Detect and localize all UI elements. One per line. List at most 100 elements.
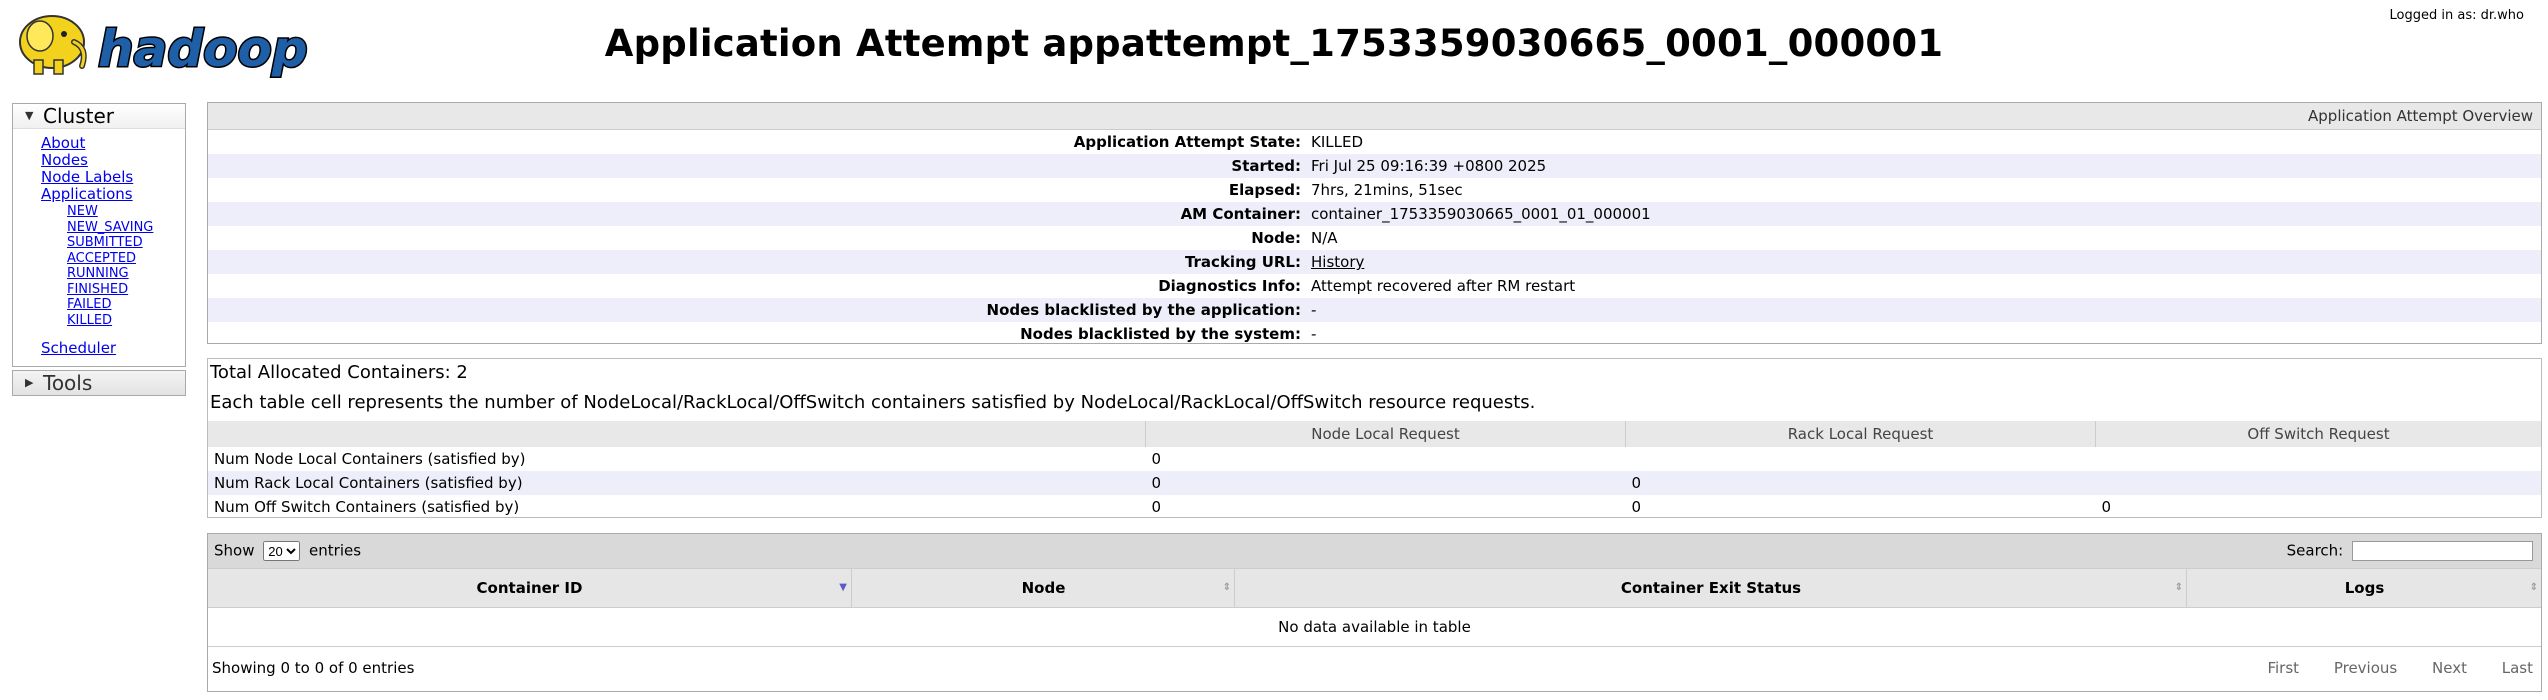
overview-label: Started: — [1231, 157, 1301, 175]
table-info: Showing 0 to 0 of 0 entries — [212, 659, 415, 677]
overview-value: Attempt recovered after RM restart — [1311, 277, 1576, 295]
allocation-total: Total Allocated Containers: 2 — [210, 362, 468, 383]
page-first-button[interactable]: First — [2267, 659, 2299, 677]
overview-value: container_1753359030665_0001_01_000001 — [1311, 205, 1651, 223]
overview-value: KILLED — [1311, 133, 1364, 151]
table-empty-message: No data available in table — [208, 608, 2541, 647]
allocation-row-label: Num Node Local Containers (satisfied by) — [214, 450, 526, 468]
nav-tools-header[interactable]: ▶ Tools — [13, 371, 185, 395]
containers-toolbar: Show 20 entries Search: — [208, 534, 2541, 568]
nav-app-state-finished[interactable]: FINISHED — [67, 282, 128, 297]
overview-label: AM Container: — [1180, 205, 1301, 223]
allocation-row: Num Off Switch Containers (satisfied by)… — [208, 495, 2541, 519]
nav-app-state-accepted[interactable]: ACCEPTED — [67, 251, 136, 266]
alloc-header-node-local: Node Local Request — [1145, 421, 1626, 447]
nav-cluster-header[interactable]: ▼ Cluster — [13, 104, 185, 129]
allocation-cell: 0 — [1151, 450, 1162, 468]
nav-link-nodes[interactable]: Nodes — [41, 151, 88, 169]
sort-icon: ⇕ — [1222, 582, 1231, 593]
overview-value: History — [1311, 250, 1364, 274]
sort-icon: ⇕ — [2529, 582, 2538, 593]
column-label: Logs — [2344, 579, 2385, 597]
column-label: Node — [1021, 579, 1066, 597]
nav-link-node-labels[interactable]: Node Labels — [41, 168, 133, 186]
allocation-row-label: Num Rack Local Containers (satisfied by) — [208, 471, 1146, 495]
allocation-row-label: Num Off Switch Containers (satisfied by) — [214, 498, 520, 516]
sort-icon: ⇕ — [2174, 582, 2183, 593]
alloc-header-rack-local: Rack Local Request — [1625, 421, 2096, 447]
allocation-row: Num Node Local Containers (satisfied by)… — [208, 447, 2541, 471]
page-next-button[interactable]: Next — [2432, 659, 2467, 677]
chevron-right-icon: ▶ — [25, 376, 34, 389]
nav-app-state-submitted[interactable]: SUBMITTED — [67, 235, 143, 250]
sort-desc-icon: ▼ — [839, 582, 847, 593]
page-size-select[interactable]: 20 — [263, 541, 301, 561]
allocation-cell: 0 — [1151, 498, 1162, 516]
column-logs[interactable]: Logs ⇕ — [2186, 569, 2542, 607]
overview-label: Elapsed: — [1228, 181, 1301, 199]
nav-app-state-failed[interactable]: FAILED — [67, 297, 111, 312]
nav-link-scheduler[interactable]: Scheduler — [41, 339, 116, 357]
column-label: Container Exit Status — [1620, 579, 1802, 597]
overview-value: Fri Jul 25 09:16:39 +0800 2025 — [1311, 157, 1547, 175]
nav-cluster-section: ▼ Cluster About Nodes Node Labels Applic… — [12, 103, 186, 367]
overview-row: AM Container: container_1753359030665_000… — [208, 202, 2541, 226]
overview-label: Nodes blacklisted by the application: — [986, 301, 1301, 319]
allocation-cell: 0 — [1631, 498, 1642, 516]
allocation-cell: 0 — [1145, 471, 1626, 495]
overview-label: Node: — [1251, 229, 1301, 247]
entries-label: entries — [309, 541, 362, 560]
nav-link-about[interactable]: About — [41, 134, 85, 152]
chevron-down-icon: ▼ — [25, 109, 34, 122]
column-container-id[interactable]: Container ID ▼ — [208, 569, 851, 607]
pagination: First Previous Next Last — [2237, 659, 2533, 677]
page-size-control: Show 20 entries — [214, 541, 361, 561]
search-control: Search: — [2287, 541, 2533, 561]
overview-value: - — [1311, 301, 1317, 319]
nav-app-state-killed[interactable]: KILLED — [67, 313, 112, 328]
page-last-button[interactable]: Last — [2502, 659, 2533, 677]
nav-app-state-running[interactable]: RUNNING — [67, 266, 129, 281]
allocation-panel: Total Allocated Containers: 2 Each table… — [207, 358, 2542, 518]
containers-table-header: Container ID ▼ Node ⇕ Container Exit Sta… — [208, 568, 2541, 608]
overview-value: - — [1311, 325, 1317, 343]
nav-link-applications[interactable]: Applications — [41, 185, 133, 203]
overview-row: Diagnostics Info: Attempt recovered after… — [208, 274, 2541, 298]
tracking-url-link[interactable]: History — [1311, 253, 1364, 271]
containers-table-panel: Show 20 entries Search: Container ID ▼ N… — [207, 533, 2542, 692]
containers-footer: Showing 0 to 0 of 0 entries First Previo… — [208, 647, 2541, 691]
overview-row: Nodes blacklisted by the application: - — [208, 298, 2541, 322]
search-input[interactable] — [2352, 541, 2533, 561]
logged-in-user: Logged in as: dr.who — [2389, 8, 2524, 23]
overview-row: Node: N/A — [208, 226, 2541, 250]
page-title: Application Attempt appattempt_175335903… — [604, 22, 1944, 65]
attempt-overview-panel: Application Attempt Overview Application… — [207, 102, 2542, 344]
overview-caption: Application Attempt Overview — [208, 103, 2541, 130]
overview-row: Elapsed: 7hrs, 21mins, 51sec — [208, 178, 2541, 202]
search-label: Search: — [2286, 541, 2344, 560]
nav-tools-section: ▶ Tools — [12, 370, 186, 396]
alloc-header-off-switch: Off Switch Request — [2095, 421, 2541, 447]
allocation-cell — [2095, 471, 2541, 495]
overview-label: Tracking URL: — [1184, 253, 1301, 271]
page-previous-button[interactable]: Previous — [2334, 659, 2397, 677]
allocation-cell: 0 — [2101, 498, 2112, 516]
nav-app-state-new[interactable]: NEW — [67, 204, 98, 219]
column-label: Container ID — [476, 579, 583, 597]
overview-row: Started: Fri Jul 25 09:16:39 +0800 2025 — [208, 154, 2541, 178]
nav-cluster-label: Cluster — [43, 104, 114, 128]
allocation-cell — [1626, 447, 2096, 471]
overview-value: N/A — [1311, 229, 1338, 247]
nav-tools-label: Tools — [43, 371, 93, 395]
overview-value: 7hrs, 21mins, 51sec — [1311, 181, 1463, 199]
overview-row: Nodes blacklisted by the system: - — [208, 322, 2541, 346]
nav-app-state-new-saving[interactable]: NEW_SAVING — [67, 220, 153, 235]
column-node[interactable]: Node ⇕ — [851, 569, 1235, 607]
allocation-table: Node Local Request Rack Local Request Of… — [208, 421, 2541, 519]
overview-label: Diagnostics Info: — [1158, 277, 1301, 295]
overview-row: Application Attempt State: KILLED — [208, 130, 2541, 154]
allocation-row: Num Rack Local Containers (satisfied by)… — [208, 471, 2541, 495]
allocation-description: Each table cell represents the number of… — [210, 392, 1536, 413]
column-container-exit-status[interactable]: Container Exit Status ⇕ — [1234, 569, 2187, 607]
allocation-cell: 0 — [1625, 471, 2096, 495]
